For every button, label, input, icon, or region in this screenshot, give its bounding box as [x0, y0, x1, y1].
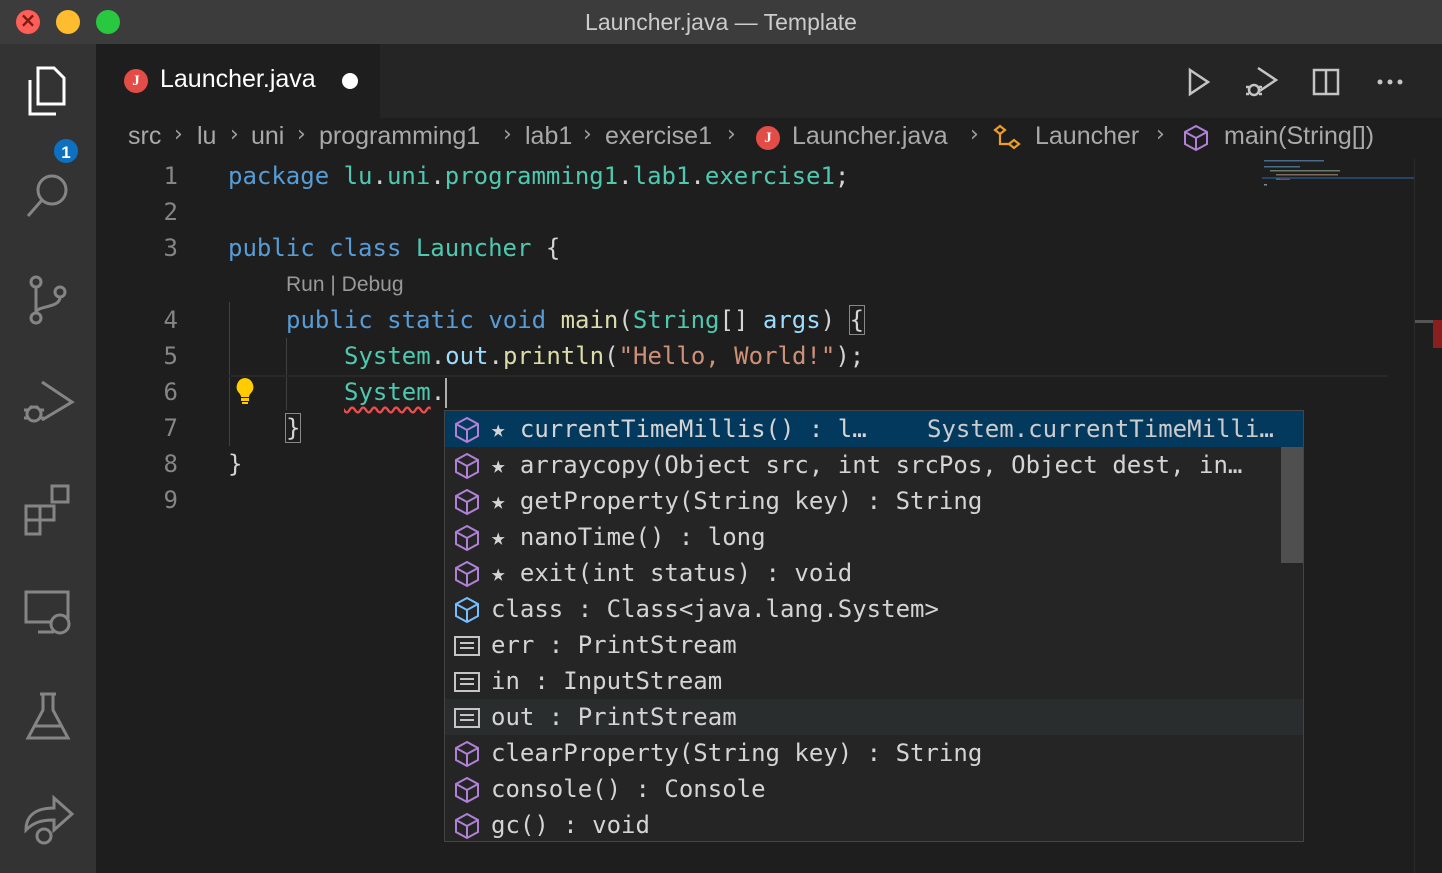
run-debug-icon[interactable] [18, 374, 78, 434]
line-number: 8 [163, 450, 178, 478]
code-line: package lu.uni.programming1.lab1.exercis… [228, 162, 850, 190]
breadcrumb-item[interactable]: Launcher [1035, 122, 1139, 151]
tab-launcher-java[interactable]: J Launcher.java [96, 44, 380, 118]
method-icon [453, 416, 481, 444]
scrollbar-error-marker [1433, 320, 1442, 348]
java-file-icon: J [756, 126, 780, 150]
breadcrumb-item[interactable]: lu [197, 122, 216, 151]
method-icon [453, 452, 481, 480]
field-icon [453, 632, 481, 660]
line-number: 5 [163, 342, 178, 370]
method-icon [453, 488, 481, 516]
text-cursor [445, 378, 448, 408]
suggestion-item[interactable]: gc() : void [445, 807, 1303, 841]
split-editor-icon[interactable] [1306, 62, 1346, 102]
chevron-right-icon: › [1156, 122, 1165, 147]
line-number: 9 [163, 486, 178, 514]
line-number: 7 [163, 414, 178, 442]
autocomplete-suggestions: ★ currentTimeMillis() : l… System.curren… [444, 410, 1304, 842]
remote-explorer-icon[interactable] [18, 582, 78, 642]
suggestion-item[interactable]: class : Class<java.lang.System> [445, 591, 1303, 627]
more-actions-icon[interactable] [1370, 62, 1410, 102]
suggestion-item[interactable]: clearProperty(String key) : String [445, 735, 1303, 771]
class-icon [453, 596, 481, 624]
breadcrumb-item[interactable]: src [128, 122, 161, 151]
chevron-right-icon: › [727, 122, 736, 147]
suggestion-scrollbar[interactable] [1281, 447, 1303, 563]
breadcrumb-item[interactable]: exercise1 [605, 122, 712, 151]
code-line: System. [344, 378, 448, 408]
line-number: 6 [163, 378, 178, 406]
suggestion-item[interactable]: err : PrintStream [445, 627, 1303, 663]
method-icon [453, 776, 481, 804]
line-number: 1 [163, 162, 178, 190]
method-icon [453, 740, 481, 768]
indent-guide [229, 302, 230, 446]
chevron-right-icon: › [583, 122, 592, 147]
suggestion-detail: System.currentTimeMilli… [927, 415, 1274, 443]
extensions-icon[interactable] [18, 478, 78, 538]
explorer-badge: 1 [52, 137, 80, 165]
suggestion-item[interactable]: ★ arraycopy(Object src, int srcPos, Obje… [445, 447, 1303, 483]
breadcrumb-item[interactable]: programming1 [319, 122, 480, 151]
class-icon [992, 124, 1022, 152]
code-line: } [228, 450, 243, 478]
method-icon [453, 524, 481, 552]
field-icon [453, 668, 481, 696]
code-line: public class Launcher { [228, 234, 561, 262]
code-line: } [284, 413, 302, 443]
suggestion-item[interactable]: ★ exit(int status) : void [445, 555, 1303, 591]
lightbulb-icon[interactable] [232, 376, 258, 406]
minimap[interactable] [1262, 158, 1414, 198]
activity-bar: 1 [0, 44, 96, 873]
title-bar: Launcher.java — Template [0, 0, 1442, 44]
editor-tabs: J Launcher.java [96, 44, 1442, 118]
suggestion-item[interactable]: in : InputStream [445, 663, 1303, 699]
chevron-right-icon: › [970, 122, 979, 147]
chevron-right-icon: › [230, 122, 239, 147]
chevron-right-icon: › [174, 122, 183, 147]
window-title: Launcher.java — Template [585, 9, 857, 35]
method-icon [1182, 124, 1210, 152]
testing-icon[interactable] [18, 686, 78, 746]
breadcrumb: src › lu › uni › programming1 › lab1 › e… [96, 118, 1442, 158]
suggestion-item[interactable]: console() : Console [445, 771, 1303, 807]
suggestion-item[interactable]: out : PrintStream [445, 699, 1303, 735]
line-number: 4 [163, 306, 178, 334]
breadcrumb-item[interactable]: Launcher.java [792, 122, 948, 151]
breadcrumb-item[interactable]: lab1 [525, 122, 572, 151]
line-number: 3 [163, 234, 178, 262]
run-debug-codelens[interactable]: Run | Debug [286, 273, 404, 297]
indent-guide [286, 338, 287, 410]
method-icon [453, 560, 481, 588]
breadcrumb-item[interactable]: uni [251, 122, 284, 151]
code-line: System.out.println("Hello, World!"); [344, 342, 865, 370]
source-control-icon[interactable] [18, 270, 78, 330]
tab-label: Launcher.java [160, 65, 316, 93]
chevron-right-icon: › [297, 122, 306, 147]
unsaved-dot-icon[interactable] [342, 73, 358, 89]
explorer-icon[interactable] [18, 62, 78, 122]
method-icon [453, 812, 481, 840]
suggestion-item[interactable]: ★ currentTimeMillis() : l… System.curren… [445, 411, 1303, 447]
java-file-icon: J [124, 69, 148, 93]
live-share-icon[interactable] [18, 790, 78, 850]
debug-icon[interactable] [1242, 62, 1282, 102]
code-line: public static void main(String[] args) { [286, 305, 866, 335]
search-icon[interactable] [18, 166, 78, 226]
editor-scrollbar[interactable] [1414, 158, 1442, 873]
run-icon[interactable] [1178, 62, 1218, 102]
suggestion-item[interactable]: ★ nanoTime() : long [445, 519, 1303, 555]
breadcrumb-item[interactable]: main(String[]) [1224, 122, 1374, 151]
error-squiggle: System [344, 378, 431, 406]
line-number: 2 [163, 198, 178, 226]
suggestion-item[interactable]: ★ getProperty(String key) : String [445, 483, 1303, 519]
chevron-right-icon: › [503, 122, 512, 147]
field-icon [453, 704, 481, 732]
